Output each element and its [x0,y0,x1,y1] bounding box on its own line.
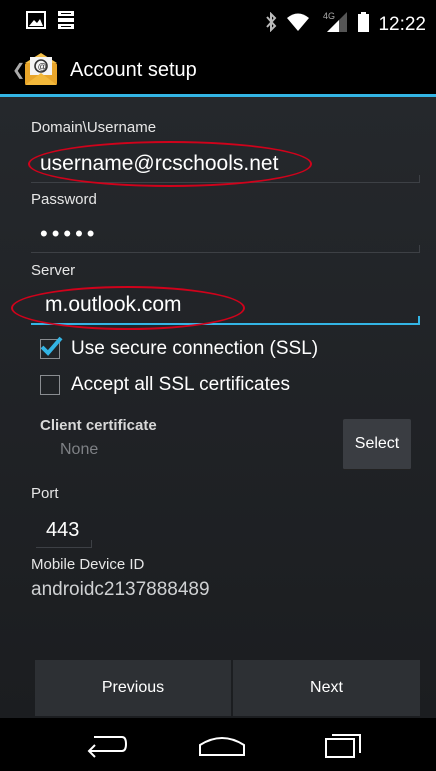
status-time: 12:22 [378,13,426,35]
domain-username-label: Domain\Username [31,119,157,136]
email-app-icon[interactable]: @ [23,51,59,87]
next-button[interactable]: Next [233,660,420,716]
back-icon[interactable] [84,731,128,764]
accept-all-checkbox[interactable] [40,375,60,395]
device-id-label: Mobile Device ID [31,556,145,573]
select-certificate-button[interactable]: Select [343,419,411,470]
recents-icon[interactable] [324,731,364,764]
accept-all-checkbox-label: Accept all SSL certificates [71,374,290,395]
system-nav-bar [0,718,436,771]
page-title: Account setup [70,59,197,81]
check-icon [40,336,63,356]
port-label: Port [31,485,59,502]
port-field[interactable]: 443 [46,519,79,542]
password-underline [31,245,420,253]
password-field[interactable]: ••••• [40,221,99,247]
ssl-checkbox-label: Use secure connection (SSL) [71,338,319,359]
previous-button[interactable]: Previous [35,660,231,716]
image-icon [26,11,46,34]
port-underline [36,540,92,548]
home-icon[interactable] [196,731,248,764]
action-bar[interactable]: ❮ @ Account setup [0,46,436,94]
server-label: Server [31,262,76,279]
device-id-value: androidc2137888489 [31,579,210,600]
svg-text:@: @ [38,62,47,72]
notification-icon [58,11,74,34]
signal-icon: 4G [319,11,349,38]
ssl-checkbox[interactable] [40,336,63,359]
annotation-oval-username [28,141,312,187]
ssl-checkbox-row[interactable]: Use secure connection (SSL) [40,336,319,360]
network-type-label: 4G [323,11,335,21]
accept-all-checkbox-row[interactable]: Accept all SSL certificates [40,374,290,396]
password-label: Password [31,191,97,208]
status-bar: 4G 12:22 [0,0,436,46]
annotation-oval-server [11,286,245,330]
account-settings-form: Domain\Username username@rcschools.net P… [0,97,436,718]
wifi-icon [286,12,310,37]
client-certificate-value: None [60,441,99,458]
client-certificate-label: Client certificate [40,417,157,434]
bluetooth-icon [265,11,277,37]
battery-icon [358,12,370,37]
